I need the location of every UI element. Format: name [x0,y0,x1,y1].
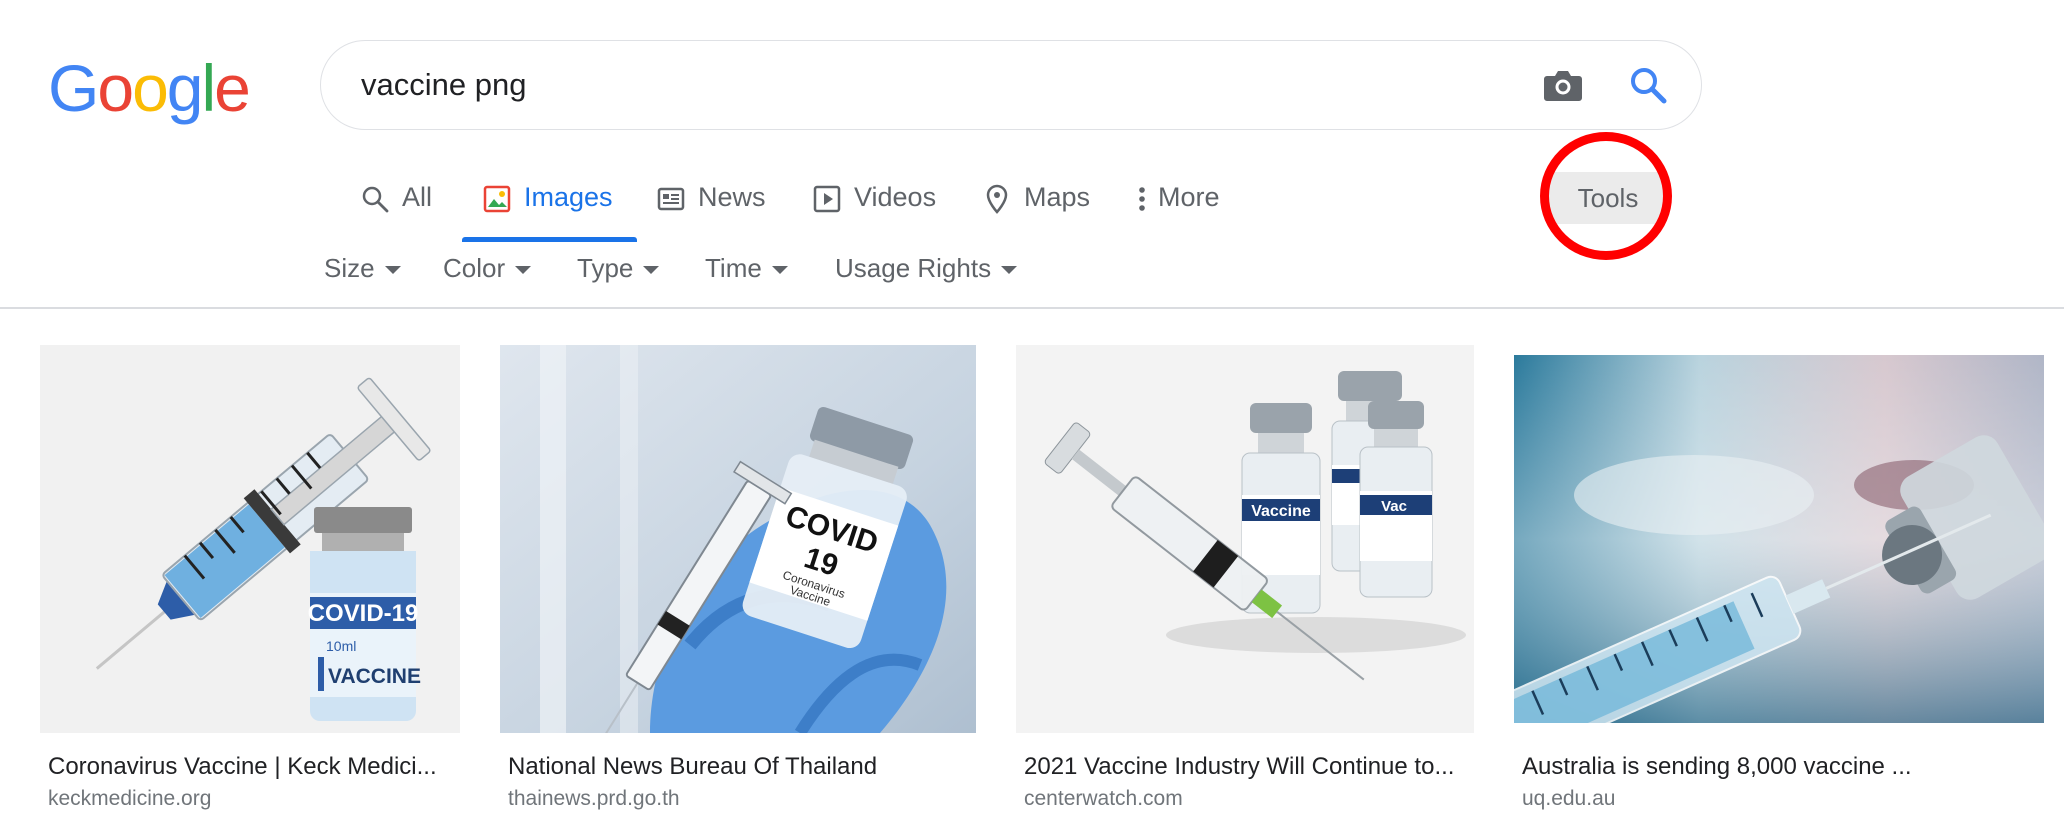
filter-color[interactable]: Color [443,253,532,284]
tab-label: More [1158,182,1220,212]
logo-letter: g [166,51,204,125]
image-icon [482,184,512,214]
camera-icon[interactable] [1541,63,1585,107]
filter-label: Usage Rights [835,253,992,283]
result-source[interactable]: centerwatch.com [1024,787,1183,811]
tab-label: Images [524,182,613,212]
result-source[interactable]: keckmedicine.org [48,787,211,811]
result-title[interactable]: 2021 Vaccine Industry Will Continue to..… [1024,753,1474,781]
tab-label: All [402,182,433,212]
search-icon [360,184,390,214]
filter-label: Size [324,253,375,283]
tools-button[interactable]: Tools [1548,172,1668,224]
logo-letter: l [201,51,217,125]
logo-letter: o [97,51,134,125]
tab-images[interactable]: Images [462,172,637,242]
image-result[interactable]: Australia is sending 8,000 vaccine ... u… [1514,345,2044,815]
vial-label: COVID-19 [308,600,419,627]
filter-time[interactable]: Time [705,253,788,284]
result-source[interactable]: uq.edu.au [1522,787,1615,811]
filter-label: Time [705,253,762,283]
newspaper-icon [656,184,686,214]
play-icon [812,184,842,214]
result-source[interactable]: thainews.prd.go.th [508,787,680,811]
logo-letter: e [214,51,251,125]
vertical-dots-icon [1136,184,1148,214]
vial-text: VACCINE [328,665,421,688]
tab-label: Videos [854,182,937,212]
tab-all[interactable]: All [360,172,432,242]
tab-label: News [698,182,766,212]
caret-down-icon [515,266,532,274]
filter-usage-rights[interactable]: Usage Rights [835,253,1018,284]
logo-letter: o [132,51,169,125]
logo-letter: G [48,51,99,125]
filter-type[interactable]: Type [577,253,660,284]
map-pin-icon [982,184,1012,214]
vial-label: Vaccine [1251,503,1311,520]
tab-news[interactable]: News [656,172,766,242]
caret-down-icon [771,266,788,274]
header-divider [0,307,2064,309]
caret-down-icon [643,266,660,274]
tab-maps[interactable]: Maps [982,172,1090,242]
image-result[interactable]: Vaccine Vac 2021 Vaccine Industry Will C… [1016,345,1474,815]
tab-videos[interactable]: Videos [812,172,936,242]
result-title[interactable]: Coronavirus Vaccine | Keck Medici... [48,753,452,781]
filter-size[interactable]: Size [324,253,401,284]
caret-down-icon [384,266,401,274]
result-thumbnail[interactable] [1514,355,2044,723]
search-input[interactable] [361,59,1421,111]
filter-label: Color [443,253,506,283]
search-icon[interactable] [1625,61,1671,109]
tab-label: Maps [1024,182,1091,212]
image-result[interactable]: COVID 19 Coronavirus Vaccine National Ne… [500,345,976,815]
result-thumbnail[interactable]: Vaccine Vac [1016,345,1474,733]
result-thumbnail[interactable]: COVID-19 10ml VACCINE [40,345,460,733]
tab-more[interactable]: More [1136,172,1220,242]
vial-volume: 10ml [326,638,356,654]
caret-down-icon [1001,266,1018,274]
search-box [320,40,1702,130]
filter-label: Type [577,253,634,283]
result-thumbnail[interactable]: COVID 19 Coronavirus Vaccine [500,345,976,733]
google-logo[interactable]: Google [48,48,251,128]
result-title[interactable]: National News Bureau Of Thailand [508,753,968,781]
image-result[interactable]: COVID-19 10ml VACCINE Coronavirus Vaccin… [40,345,460,815]
result-title[interactable]: Australia is sending 8,000 vaccine ... [1522,753,2022,781]
vial-label: Vac [1381,498,1407,515]
